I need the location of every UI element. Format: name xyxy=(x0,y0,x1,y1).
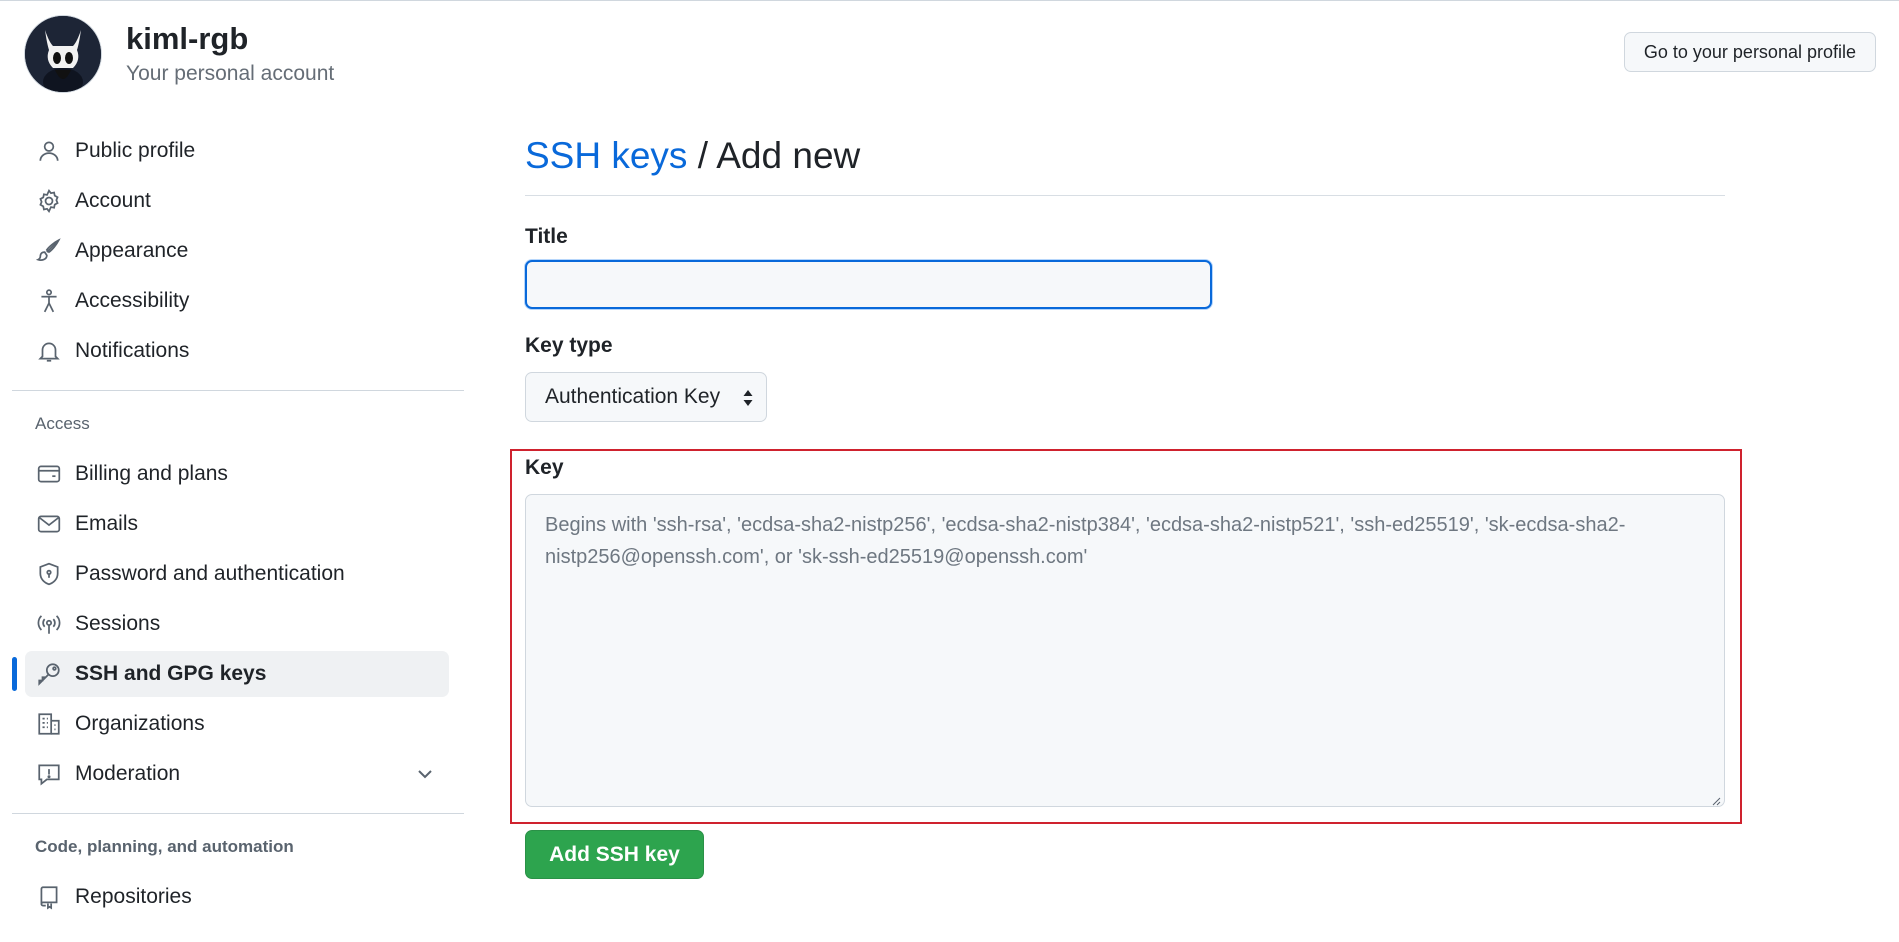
account-username[interactable]: kiml-rgb xyxy=(126,20,334,58)
repo-icon xyxy=(35,883,63,911)
organization-icon xyxy=(35,710,63,738)
report-icon xyxy=(35,760,63,788)
broadcast-icon xyxy=(35,610,63,638)
account-subtitle: Your personal account xyxy=(126,62,335,85)
sidebar-item-ssh-gpg-keys[interactable]: SSH and GPG keys xyxy=(12,651,449,697)
sidebar-item-organizations[interactable]: Organizations xyxy=(25,701,449,747)
breadcrumb-ssh-keys-link[interactable]: SSH keys xyxy=(525,135,687,176)
add-ssh-key-button[interactable]: Add SSH key xyxy=(525,830,704,879)
sidebar-item-label: Repositories xyxy=(75,885,192,908)
sidebar-item-public-profile[interactable]: Public profile xyxy=(25,128,449,174)
mail-icon xyxy=(35,510,63,538)
sidebar-item-notifications[interactable]: Notifications xyxy=(25,328,449,374)
sidebar-section-code: Code, planning, and automation xyxy=(35,837,294,856)
gear-icon xyxy=(35,187,63,215)
sidebar-item-moderation[interactable]: Moderation xyxy=(25,751,449,797)
account-header: kiml-rgb Your personal account xyxy=(24,15,334,93)
page-title-text: Add new xyxy=(716,135,861,176)
sidebar-item-label: Account xyxy=(75,189,151,212)
select-arrows-icon xyxy=(742,388,754,408)
sidebar-divider xyxy=(12,390,464,391)
key-icon xyxy=(35,660,63,688)
paintbrush-icon xyxy=(35,237,63,265)
go-to-profile-button[interactable]: Go to your personal profile xyxy=(1623,32,1876,72)
sidebar-item-label: Appearance xyxy=(75,239,189,262)
key-type-select[interactable]: Authentication Key xyxy=(525,372,767,422)
key-type-label: Key type xyxy=(525,334,613,357)
avatar[interactable] xyxy=(24,15,102,93)
shield-icon xyxy=(35,560,63,588)
sidebar-item-billing[interactable]: Billing and plans xyxy=(25,451,449,497)
sidebar-item-label: Organizations xyxy=(75,712,205,735)
sidebar-item-label: Public profile xyxy=(75,139,196,162)
settings-sidebar: Public profile Account Appearance Access… xyxy=(12,128,464,924)
sidebar-item-label: Password and authentication xyxy=(75,562,345,585)
sidebar-item-repositories[interactable]: Repositories xyxy=(25,874,449,920)
sidebar-item-appearance[interactable]: Appearance xyxy=(25,228,449,274)
sidebar-item-sessions[interactable]: Sessions xyxy=(25,601,449,647)
sidebar-item-label: Billing and plans xyxy=(75,462,228,485)
sidebar-item-accessibility[interactable]: Accessibility xyxy=(25,278,449,324)
page-title: SSH keys / Add new xyxy=(525,133,1725,179)
sidebar-item-password[interactable]: Password and authentication xyxy=(25,551,449,597)
sidebar-item-label: Accessibility xyxy=(75,289,190,312)
sidebar-item-label: Sessions xyxy=(75,612,161,635)
title-divider xyxy=(525,195,1725,196)
breadcrumb-separator: / xyxy=(687,135,717,176)
sidebar-divider xyxy=(12,813,464,814)
title-input[interactable] xyxy=(525,260,1212,309)
bell-icon xyxy=(35,337,63,365)
title-label: Title xyxy=(525,225,568,248)
sidebar-item-label: Notifications xyxy=(75,339,190,362)
key-type-value: Authentication Key xyxy=(545,385,721,408)
active-indicator xyxy=(12,657,17,691)
sidebar-item-account[interactable]: Account xyxy=(25,178,449,224)
key-label: Key xyxy=(525,456,564,479)
person-icon xyxy=(35,137,63,165)
sidebar-item-label: Emails xyxy=(75,512,139,535)
sidebar-item-label: Moderation xyxy=(75,762,181,785)
resize-handle-icon[interactable] xyxy=(1711,793,1721,806)
key-textarea[interactable] xyxy=(525,494,1725,807)
chevron-down-icon[interactable] xyxy=(415,764,435,784)
accessibility-icon xyxy=(35,287,63,315)
sidebar-item-emails[interactable]: Emails xyxy=(25,501,449,547)
sidebar-section-access: Access xyxy=(35,414,90,433)
main-content: SSH keys / Add new Title Key type Authen… xyxy=(510,133,1742,879)
credit-card-icon xyxy=(35,460,63,488)
sidebar-item-label: SSH and GPG keys xyxy=(75,662,267,685)
